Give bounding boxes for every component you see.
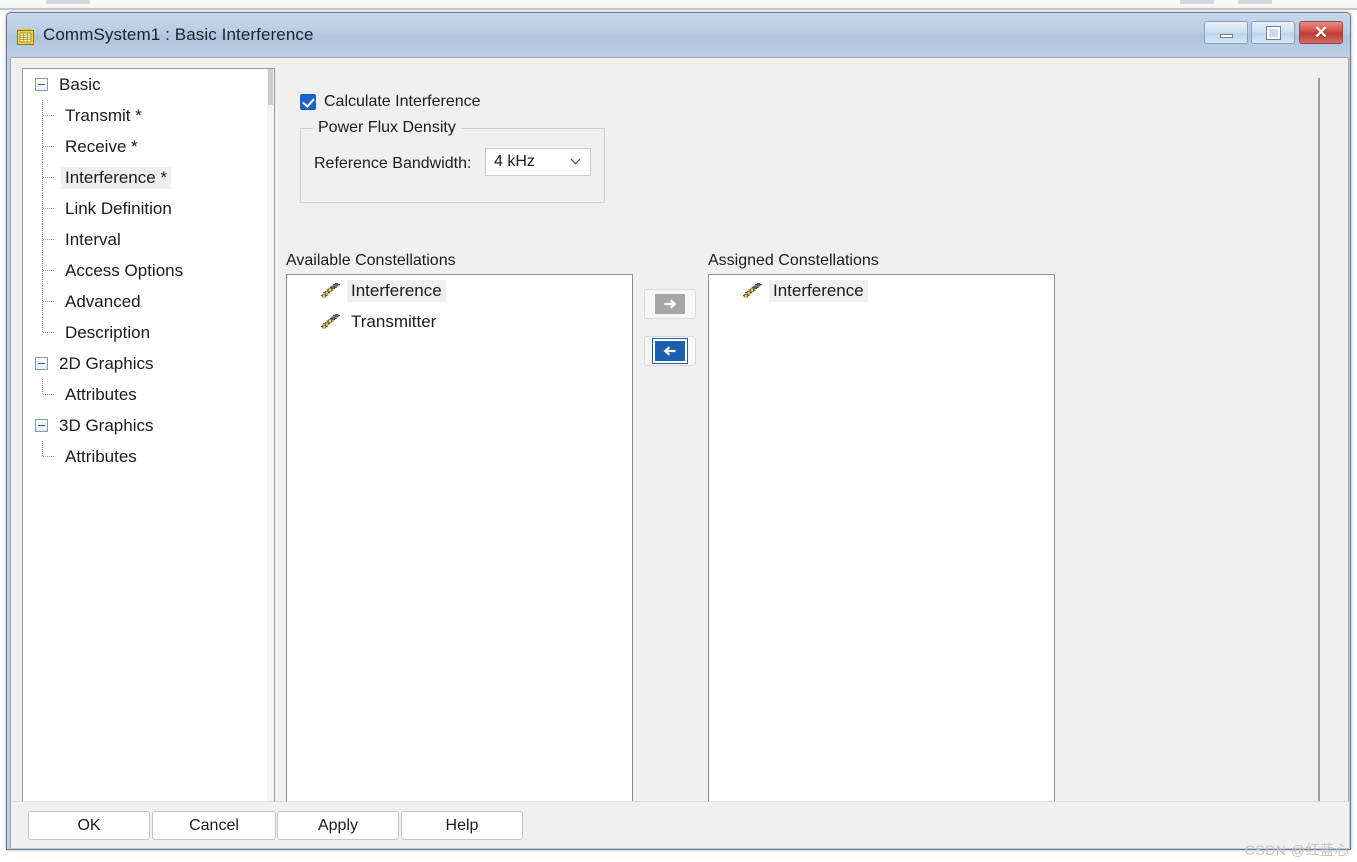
calculate-interference-row[interactable]: Calculate Interference <box>300 93 481 111</box>
power-flux-density-group: Power Flux Density Reference Bandwidth: … <box>300 119 605 203</box>
calculate-interference-label: Calculate Interference <box>324 93 481 110</box>
tree-item-3d-graphics[interactable]: 3D Graphics <box>23 410 274 441</box>
tree-item-basic[interactable]: Basic <box>23 69 274 100</box>
minimize-icon <box>1205 22 1247 43</box>
tree-connector <box>42 286 54 317</box>
tree-item-description[interactable]: Description <box>23 317 274 348</box>
tree-connector <box>42 255 54 286</box>
tree-connector <box>42 162 54 193</box>
dialog-client-area: Basic Transmit * Receive * Interference * Li… <box>10 57 1349 848</box>
tree-item-transmit[interactable]: Transmit * <box>23 100 274 131</box>
list-item-label: Interference <box>769 279 868 302</box>
ok-button[interactable]: OK <box>28 811 150 840</box>
tree-connector <box>42 379 54 410</box>
apply-button[interactable]: Apply <box>277 811 399 840</box>
reference-bandwidth-dropdown[interactable]: 4 kHz <box>485 148 591 176</box>
close-button[interactable]: ✕ <box>1299 21 1343 44</box>
list-item[interactable]: Interference <box>287 275 632 306</box>
list-item[interactable]: Transmitter <box>287 306 632 337</box>
tree-item-advanced[interactable]: Advanced <box>23 286 274 317</box>
background-window-remnant <box>0 0 1357 10</box>
unassign-constellation-button[interactable] <box>644 336 696 366</box>
tree-item-label: Advanced <box>65 291 141 311</box>
bg-tab-segment <box>1180 0 1214 4</box>
tree-item-label: Description <box>65 322 151 342</box>
maximize-button[interactable] <box>1251 21 1295 44</box>
window-title: CommSystem1 : Basic Interference <box>43 25 314 44</box>
available-constellations-list[interactable]: Interference Transmitter <box>286 274 633 806</box>
tree-connector <box>42 131 54 162</box>
tree-connector <box>42 317 54 348</box>
tree-scrollbar[interactable] <box>267 69 274 809</box>
tree-item-label: Transmit * <box>65 105 142 125</box>
constellation-icon <box>321 313 340 328</box>
tree-connector <box>42 193 54 224</box>
tree-item-label: Attributes <box>65 446 137 466</box>
list-item-label: Transmitter <box>351 311 437 331</box>
tree-item-label: Link Definition <box>65 198 172 218</box>
tree-item-label: Receive * <box>65 136 138 156</box>
arrow-right-icon <box>655 294 685 314</box>
list-item-label: Interference <box>347 279 446 302</box>
tree-scrollbar-thumb[interactable] <box>268 69 273 105</box>
tree-connector <box>42 100 54 131</box>
settings-pane: Calculate Interference Power Flux Densit… <box>282 68 1338 848</box>
assigned-constellations-list[interactable]: Interference <box>708 274 1055 806</box>
tree-node-list: Basic Transmit * Receive * Interference * Li… <box>23 69 274 472</box>
tree-item-label: Interference * <box>61 166 172 189</box>
reference-bandwidth-label: Reference Bandwidth: <box>314 155 472 172</box>
reference-bandwidth-value: 4 kHz <box>494 153 535 170</box>
pane-divider <box>1318 78 1320 810</box>
tree-connector <box>42 441 54 472</box>
chevron-down-icon <box>570 158 581 165</box>
assign-constellation-button[interactable] <box>644 289 696 319</box>
tree-item-attributes[interactable]: Attributes <box>23 379 274 410</box>
bg-tab-segment <box>1238 0 1272 4</box>
tree-collapse-toggle[interactable] <box>35 78 48 91</box>
dialog-button-bar: OK Cancel Apply Help <box>12 801 1349 848</box>
tree-item-label: Basic <box>59 74 101 94</box>
bg-divider <box>0 8 1357 10</box>
tree-item-label: 3D Graphics <box>59 415 154 435</box>
minimize-button[interactable] <box>1204 21 1248 44</box>
navigation-tree[interactable]: Basic Transmit * Receive * Interference * Li… <box>22 68 275 810</box>
close-icon: ✕ <box>1313 23 1329 42</box>
assigned-constellations-label: Assigned Constellations <box>708 252 879 269</box>
bg-tab-segment <box>46 0 90 4</box>
tree-item-label: Access Options <box>65 260 184 280</box>
power-flux-density-legend: Power Flux Density <box>313 119 461 137</box>
tree-item-2d-graphics[interactable]: 2D Graphics <box>23 348 274 379</box>
tree-collapse-toggle[interactable] <box>35 419 48 432</box>
constellation-icon <box>321 282 340 297</box>
tree-item-interference[interactable]: Interference * <box>23 162 274 193</box>
tree-item-label: 2D Graphics <box>59 353 154 373</box>
tree-item-attributes[interactable]: Attributes <box>23 441 274 472</box>
notepad-icon <box>17 28 34 45</box>
calculate-interference-checkbox[interactable] <box>300 94 316 110</box>
tree-collapse-toggle[interactable] <box>35 357 48 370</box>
dialog-window: CommSystem1 : Basic Interference ✕ Basic… <box>6 12 1351 850</box>
maximize-icon <box>1252 22 1294 43</box>
arrow-left-icon <box>655 341 685 361</box>
watermark: CSDN @红蓝心 <box>1244 842 1349 858</box>
tree-item-label: Attributes <box>65 384 137 404</box>
list-item[interactable]: Interference <box>709 275 1054 306</box>
title-bar[interactable]: CommSystem1 : Basic Interference ✕ <box>7 13 1350 57</box>
help-button[interactable]: Help <box>401 811 523 840</box>
tree-item-link-definition[interactable]: Link Definition <box>23 193 274 224</box>
tree-item-receive[interactable]: Receive * <box>23 131 274 162</box>
available-constellations-label: Available Constellations <box>286 252 456 269</box>
tree-connector <box>42 224 54 255</box>
tree-item-access-options[interactable]: Access Options <box>23 255 274 286</box>
tree-item-label: Interval <box>65 229 121 249</box>
tree-item-interval[interactable]: Interval <box>23 224 274 255</box>
constellation-icon <box>743 282 762 297</box>
cancel-button[interactable]: Cancel <box>152 811 276 840</box>
